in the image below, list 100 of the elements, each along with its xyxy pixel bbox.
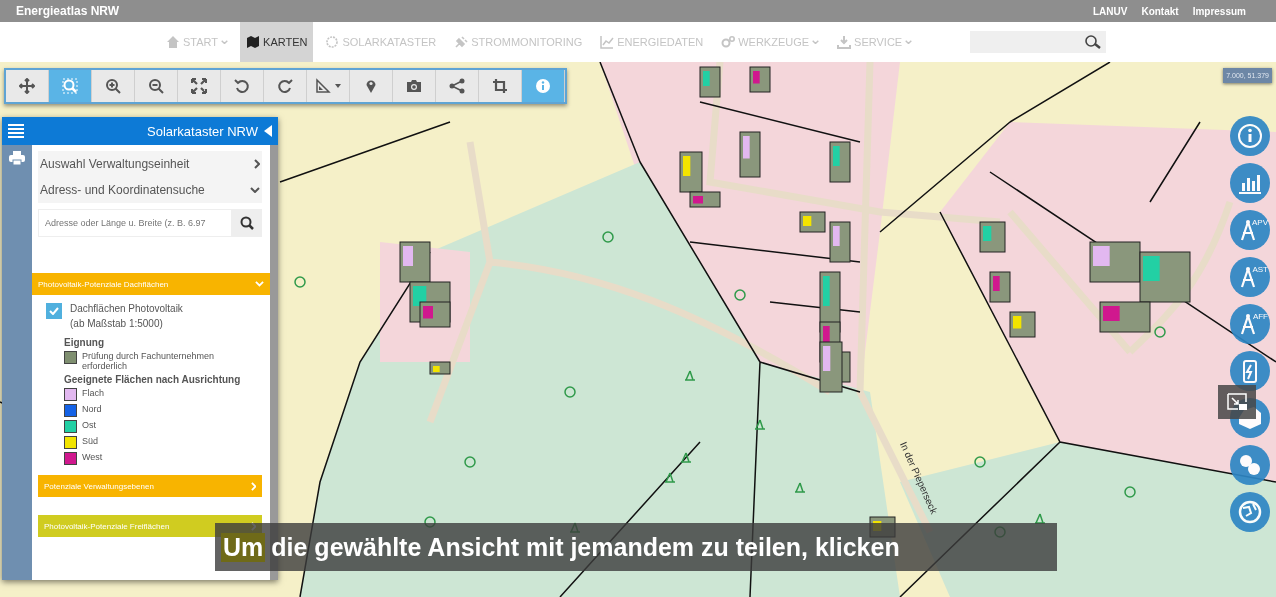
chevron-down-icon	[255, 281, 264, 287]
accordion-header[interactable]: Auswahl Verwaltungseinheit	[38, 151, 262, 177]
layer-group-header[interactable]: Photovoltaik-Potenziale Dachflächen	[32, 273, 270, 295]
info-icon	[535, 78, 551, 94]
ruler-triangle-icon	[315, 78, 331, 94]
legend-heading: Eignung	[64, 337, 105, 348]
nav-tab[interactable]: SERVICE	[831, 22, 919, 62]
toolbar-button[interactable]	[393, 70, 436, 102]
zoom-box-icon	[62, 78, 78, 94]
globe-icon	[1236, 498, 1264, 526]
chevron-right-icon	[250, 481, 256, 491]
gears-icon	[721, 35, 736, 49]
tree-symbol	[680, 452, 692, 463]
zoom-out-icon	[148, 78, 164, 94]
meadow-symbol	[564, 386, 576, 398]
legend-label: Nord	[82, 404, 103, 414]
search-icon	[240, 216, 254, 230]
zoom-in-icon	[105, 78, 121, 94]
layer-group-header[interactable]: Potenziale Verwaltungsebenen	[38, 475, 262, 497]
header-link[interactable]: LANUV	[1092, 5, 1128, 17]
checkmark-icon	[49, 307, 59, 315]
checkbox[interactable]	[46, 303, 62, 319]
building-shape	[699, 66, 721, 98]
toolbar-button[interactable]	[264, 70, 307, 102]
map-icon	[246, 35, 261, 49]
app-title: Energieatlas NRW	[16, 4, 121, 18]
toolbar-button[interactable]	[479, 70, 522, 102]
building-shape	[829, 141, 851, 183]
picture-in-picture-icon	[1226, 393, 1248, 411]
building-shape	[989, 271, 1011, 303]
circle-icon	[325, 35, 340, 49]
panel-title: Solarkataster NRW	[146, 123, 258, 139]
toolbar-button[interactable]	[92, 70, 135, 102]
building-shape	[749, 66, 771, 93]
undo-icon	[234, 78, 250, 94]
meadow-symbol	[1154, 326, 1166, 338]
chevron-right-icon	[254, 159, 260, 169]
meadow-symbol	[602, 231, 614, 243]
search-button[interactable]	[232, 209, 262, 237]
building-shape	[399, 241, 431, 283]
legend-label: Süd	[82, 436, 99, 446]
tree-symbol	[754, 419, 766, 430]
video-control-button[interactable]	[1218, 385, 1256, 419]
tree-symbol	[664, 472, 676, 483]
nav-tab[interactable]: SOLARKATASTER	[319, 22, 443, 62]
legend-label: Ost	[82, 420, 97, 430]
nav-tab[interactable]: ENERGIEDATEN	[594, 22, 710, 62]
building-shape	[1089, 241, 1141, 283]
building-shape	[979, 221, 1006, 253]
chevron-down-icon	[905, 39, 913, 45]
building-shape	[1009, 311, 1036, 338]
collapse-icon[interactable]	[264, 125, 272, 137]
nav-tab[interactable]: STROMMONITORING	[448, 22, 589, 62]
toolbar-button[interactable]	[436, 70, 479, 102]
toolbar-button[interactable]	[6, 70, 49, 102]
chart-icon	[600, 35, 615, 49]
toolbar-button[interactable]	[307, 70, 350, 102]
header-link[interactable]: Impressum	[1192, 5, 1246, 17]
move-icon	[19, 78, 35, 94]
meadow-symbol	[464, 456, 476, 468]
meadow-symbol	[734, 289, 746, 301]
building-shape	[739, 131, 761, 178]
meadow-symbol	[294, 276, 306, 288]
layer-label: Dachflächen Photovoltaik	[70, 303, 183, 314]
meadow-symbol	[974, 456, 986, 468]
printer-icon[interactable]	[9, 151, 25, 165]
toolbar-button[interactable]	[135, 70, 178, 102]
crop-icon	[492, 78, 508, 94]
layer-note: (ab Maßstab 1:5000)	[70, 318, 164, 329]
accordion-header[interactable]: Adress- und Koordinatensuche	[38, 177, 262, 203]
toolbar-button[interactable]	[178, 70, 221, 102]
info-icon	[1236, 122, 1264, 150]
search-field[interactable]	[970, 31, 1106, 53]
nav-tab[interactable]: WERKZEUGE	[715, 22, 826, 62]
list-icon[interactable]	[8, 124, 24, 138]
camera-icon	[406, 78, 422, 94]
chevron-down-icon	[221, 39, 229, 45]
legend-label: Flach	[82, 388, 105, 398]
legend-label: West	[82, 452, 104, 462]
redo-icon	[277, 78, 293, 94]
nav-tab[interactable]: START	[160, 22, 235, 62]
fullscreen-icon	[191, 78, 207, 94]
chevron-down-icon	[250, 187, 260, 193]
tree-symbol	[684, 370, 696, 381]
toolbar-button[interactable]	[350, 70, 393, 102]
building-shape	[829, 221, 851, 263]
tree-symbol	[794, 482, 806, 493]
legend-heading: Geeignete Flächen nach Ausrichtung	[64, 374, 242, 385]
download-icon	[837, 35, 852, 49]
address-search-field[interactable]: Adresse oder Länge u. Breite (z. B. 6.97	[38, 209, 232, 237]
legend-label: Prüfung durch Fachunternehmen erforderlich	[82, 351, 216, 371]
nav-tab[interactable]: KARTEN	[240, 22, 314, 62]
caret-icon	[335, 84, 341, 88]
search-icon	[1084, 34, 1102, 50]
building-shape	[799, 211, 826, 233]
tree-symbol	[1034, 513, 1046, 524]
toolbar-button[interactable]	[221, 70, 264, 102]
house-icon	[166, 35, 180, 49]
header-link[interactable]: Kontakt	[1141, 5, 1179, 17]
share-icon	[449, 78, 465, 94]
